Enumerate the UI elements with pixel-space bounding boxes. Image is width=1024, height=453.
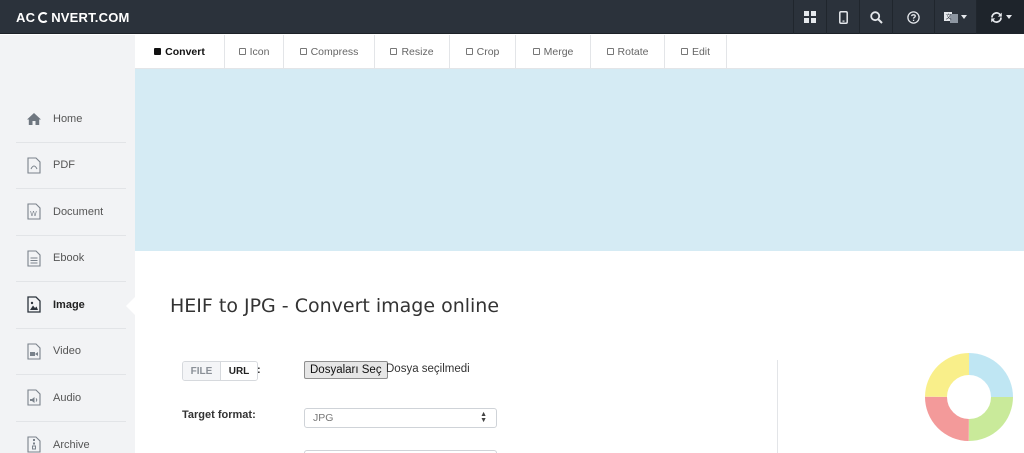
image-file-icon	[25, 296, 43, 314]
tab-label: Rotate	[617, 45, 649, 58]
target-format-label: Target format:	[182, 409, 256, 421]
sidebar-list: Home PDF W Document Ebook Image Video Au…	[16, 96, 126, 453]
tab-label: Icon	[249, 45, 270, 58]
language-icon[interactable]: 文	[934, 0, 976, 34]
checkbox-icon	[238, 48, 246, 55]
home-icon	[25, 110, 43, 128]
word-file-icon: W	[25, 203, 43, 221]
sidebar-item-ebook[interactable]: Ebook	[16, 236, 126, 282]
sidebar-item-label: Document	[53, 205, 104, 218]
file-source-button[interactable]: FILE	[183, 362, 220, 380]
checkbox-icon	[154, 48, 162, 55]
tab-merge[interactable]: Merge	[516, 35, 591, 68]
top-navbar: AC NVERT.COM 文	[0, 0, 1024, 34]
logo-ring-icon	[38, 11, 50, 23]
refresh-caret-icon	[1005, 15, 1012, 19]
video-file-icon	[25, 342, 43, 360]
ad-banner	[135, 69, 1024, 251]
sidebar-item-home[interactable]: Home	[16, 96, 126, 143]
column-divider	[777, 360, 778, 453]
active-item-pointer	[126, 297, 135, 315]
page-title: HEIF to JPG - Convert image online	[170, 295, 500, 317]
tab-crop[interactable]: Crop	[450, 35, 516, 68]
sidebar-item-label: Archive	[53, 438, 90, 451]
svg-text:W: W	[30, 210, 37, 218]
sidebar-item-audio[interactable]: Audio	[16, 375, 126, 422]
sidebar-item-video[interactable]: Video	[16, 329, 126, 375]
svg-text:文: 文	[946, 13, 952, 21]
tab-label: Compress	[310, 45, 359, 58]
target-format-value: JPG	[313, 412, 334, 424]
tab-label: Edit	[691, 45, 711, 58]
audio-file-icon	[25, 389, 43, 407]
tab-compress[interactable]: Compress	[284, 35, 375, 68]
tab-convert[interactable]: Convert	[135, 35, 225, 68]
search-icon[interactable]	[859, 0, 892, 34]
checkbox-icon	[465, 48, 473, 55]
sidebar-item-label: Home	[53, 112, 83, 125]
tool-tabs: Convert Icon Compress Resize Crop Merge …	[135, 35, 1024, 69]
checkbox-icon	[532, 48, 540, 55]
category-sidebar: Home PDF W Document Ebook Image Video Au…	[0, 35, 135, 453]
archive-file-icon	[25, 436, 43, 453]
logo-text-right: NVERT.COM	[51, 9, 130, 25]
sidebar-item-pdf[interactable]: PDF	[16, 143, 126, 189]
choose-files-button[interactable]: Dosyaları Seç	[304, 361, 388, 379]
sidebar-item-archive[interactable]: Archive	[16, 422, 126, 453]
navbar-icon-group: 文	[793, 0, 1024, 34]
checkbox-icon	[299, 48, 307, 55]
tab-rotate[interactable]: Rotate	[591, 35, 665, 68]
language-caret-icon	[961, 15, 967, 19]
sidebar-item-label: Video	[53, 345, 81, 358]
source-toggle: FILE URL	[182, 361, 258, 381]
sidebar-item-label: Image	[53, 298, 85, 311]
grid-icon[interactable]	[793, 0, 826, 34]
sidebar-item-label: Audio	[53, 391, 82, 404]
url-source-button[interactable]: URL	[220, 362, 257, 380]
checkbox-icon	[390, 48, 398, 55]
checkbox-icon	[680, 48, 688, 55]
checkbox-icon	[606, 48, 614, 55]
tab-label: Crop	[476, 45, 500, 58]
tab-edit[interactable]: Edit	[665, 35, 727, 68]
sidebar-item-image[interactable]: Image	[16, 282, 126, 329]
sidebar-item-label: PDF	[53, 159, 75, 172]
mobile-icon[interactable]	[826, 0, 859, 34]
file-status-text: Dosya seçilmedi	[386, 363, 470, 375]
sidebar-item-document[interactable]: W Document	[16, 189, 126, 236]
loading-donut-icon	[925, 353, 1013, 441]
ebook-file-icon	[25, 249, 43, 267]
help-icon[interactable]	[892, 0, 934, 34]
target-format-select[interactable]: JPG ▲ ▼	[304, 408, 497, 428]
pdf-file-icon	[25, 156, 43, 174]
tab-label: Convert	[165, 45, 205, 58]
logo-text-left: AC	[16, 9, 36, 25]
site-logo[interactable]: AC NVERT.COM	[16, 0, 130, 34]
source-toggle-colon: :	[257, 364, 261, 376]
sidebar-item-label: Ebook	[53, 252, 85, 265]
tab-label: Resize	[401, 45, 434, 58]
tab-resize[interactable]: Resize	[375, 35, 450, 68]
tab-icon[interactable]: Icon	[225, 35, 284, 68]
select-arrows-icon: ▲ ▼	[480, 411, 487, 424]
tab-label: Merge	[543, 45, 574, 58]
refresh-icon[interactable]	[976, 0, 1024, 34]
